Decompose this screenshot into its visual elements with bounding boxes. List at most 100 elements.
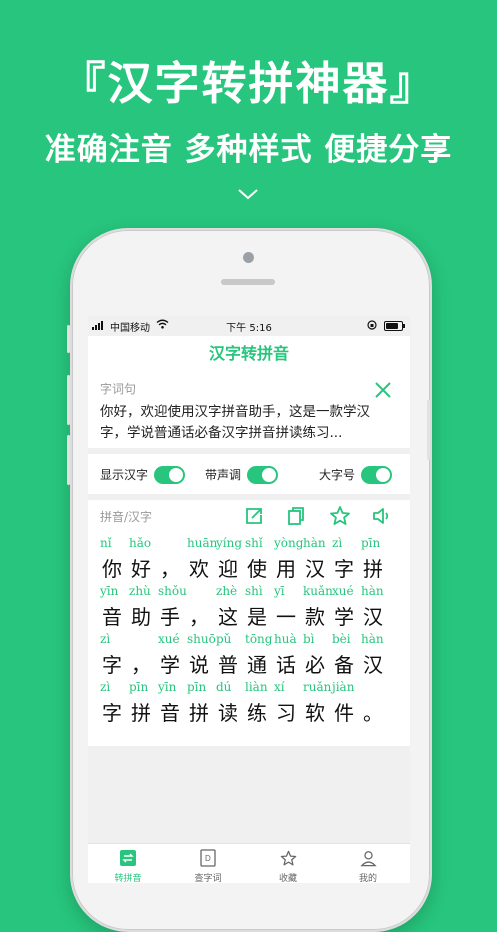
chevron-down-icon (238, 189, 258, 200)
toggle-large-font[interactable]: 大字号 (319, 466, 393, 484)
phone-screen: 中国移动 下午 5:16 汉字转拼音 字词句 你好，欢迎使用汉字拼音助手，这是一… (88, 316, 410, 883)
hanzi-char: 手 (160, 605, 180, 629)
hanzi-char: 习 (276, 701, 296, 725)
pinyin-syllable: xí (274, 680, 285, 694)
tab-label: 转拼音 (114, 874, 142, 883)
hanzi-char: 普 (218, 653, 238, 677)
pinyin-syllable: zì (332, 536, 343, 550)
hanzi-char: 拼 (363, 557, 383, 581)
pinyin-syllable: shǒu (158, 584, 187, 598)
hanzi-char: 读 (218, 701, 238, 725)
orientation-lock-icon (367, 320, 377, 330)
tab-favorites[interactable]: 收藏 (248, 848, 328, 883)
hanzi-char: 音 (160, 701, 180, 725)
pinyin-syllable: yíng (216, 536, 243, 550)
pinyin-syllable: dú (216, 680, 232, 694)
pinyin-syllable: huān (187, 536, 218, 550)
hanzi-char: 话 (276, 653, 296, 677)
phone-power-button (427, 400, 430, 460)
battery-icon (384, 321, 405, 331)
star-icon (280, 850, 296, 865)
pinyin-syllable: hàn (303, 536, 326, 550)
status-time: 下午 5:16 (226, 323, 272, 334)
app-title: 汉字转拼音 (88, 336, 410, 376)
hanzi-char: 。 (363, 701, 383, 725)
hanzi-char: ， (189, 605, 209, 629)
tab-convert[interactable]: 转拼音 (88, 848, 168, 883)
toggle-tones[interactable]: 带声调 (205, 466, 279, 484)
hanzi-char: 软 (305, 701, 325, 725)
pinyin-syllable: jiàn (332, 680, 355, 694)
star-icon[interactable] (328, 504, 352, 528)
pinyin-syllable: yòng (274, 536, 304, 550)
pinyin-syllable: hǎo (129, 536, 152, 550)
hanzi-char: 字 (102, 701, 122, 725)
pinyin-syllable: zhù (129, 584, 151, 598)
phone-side-button (67, 325, 70, 353)
phone-speaker (221, 279, 275, 285)
input-label: 字词句 (100, 382, 137, 396)
hanzi-char: 字 (334, 557, 354, 581)
toggle-switch[interactable] (361, 466, 393, 484)
hanzi-char: 一 (276, 605, 296, 629)
tab-dictionary[interactable]: D 查字词 (168, 848, 248, 883)
hanzi-char: 音 (102, 605, 122, 629)
hanzi-char: 使 (247, 557, 267, 581)
pinyin-syllable: bèi (332, 632, 351, 646)
pinyin-syllable: pǔ (216, 632, 232, 646)
user-icon (359, 850, 377, 866)
hero-subtitle: 准确注音 多种样式 便捷分享 (44, 132, 453, 168)
empty-area (88, 746, 410, 843)
pinyin-syllable: hàn (361, 632, 384, 646)
input-text[interactable]: 你好，欢迎使用汉字拼音助手，这是一款学汉字，学说普通话必备汉字拼音拼读练习... (100, 402, 390, 444)
pinyin-syllable: shì (245, 584, 263, 598)
tab-bar: 转拼音 D 查字词 收藏 我的 (88, 843, 410, 883)
pinyin-syllable: zhè (216, 584, 238, 598)
hanzi-char: 迎 (218, 557, 238, 581)
tab-profile[interactable]: 我的 (328, 848, 408, 883)
toggle-label: 带声调 (205, 468, 242, 482)
options-card: 显示汉字 带声调 大字号 (88, 454, 410, 494)
tab-label: 查字词 (194, 874, 222, 883)
pinyin-syllable: shuō (187, 632, 216, 646)
speaker-icon[interactable] (370, 504, 394, 528)
phone-camera (243, 252, 254, 263)
hanzi-char: 备 (334, 653, 354, 677)
toggle-label: 大字号 (319, 468, 356, 482)
hero-title: 『汉字转拼神器』 (60, 57, 437, 110)
hanzi-char: 字 (102, 653, 122, 677)
pinyin-syllable: nǐ (100, 536, 112, 550)
pinyin-syllable: zì (100, 680, 111, 694)
hanzi-char: 用 (276, 557, 296, 581)
hanzi-char: 拼 (131, 701, 151, 725)
toggle-switch[interactable] (154, 466, 186, 484)
status-bar: 中国移动 下午 5:16 (88, 316, 410, 336)
hanzi-char: 汉 (363, 653, 383, 677)
hanzi-char: 汉 (363, 605, 383, 629)
toggle-show-hanzi[interactable]: 显示汉字 (100, 466, 186, 484)
hanzi-char: 练 (247, 701, 267, 725)
close-icon[interactable] (373, 380, 393, 400)
pinyin-syllable: ruǎn (303, 680, 332, 694)
hanzi-char: 拼 (189, 701, 209, 725)
result-label: 拼音/汉字 (100, 510, 153, 524)
hanzi-char: 学 (334, 605, 354, 629)
hanzi-char: 通 (247, 653, 267, 677)
tab-label: 收藏 (278, 874, 297, 883)
pinyin-syllable: yī (274, 584, 285, 598)
pinyin-syllable: hàn (361, 584, 384, 598)
hanzi-char: ， (131, 653, 151, 677)
toggle-label: 显示汉字 (100, 468, 149, 482)
pinyin-syllable: liàn (245, 680, 268, 694)
share-icon[interactable] (242, 504, 266, 528)
dictionary-icon: D (200, 849, 216, 867)
hanzi-char: 汉 (305, 557, 325, 581)
result-card: 拼音/汉字 nǐ 你 hǎo 好 ， huān 欢 yíng 迎 shǐ 使 yòng 用 hàn 汉 zì 字… (88, 500, 410, 746)
hanzi-char: 助 (131, 605, 151, 629)
pinyin-syllable: yīn (100, 584, 119, 598)
copy-icon[interactable] (284, 504, 308, 528)
input-card[interactable]: 字词句 你好，欢迎使用汉字拼音助手，这是一款学汉字，学说普通话必备汉字拼音拼读练… (88, 376, 410, 448)
toggle-switch[interactable] (247, 466, 279, 484)
pinyin-syllable: xué (158, 632, 180, 646)
convert-icon (120, 850, 136, 866)
